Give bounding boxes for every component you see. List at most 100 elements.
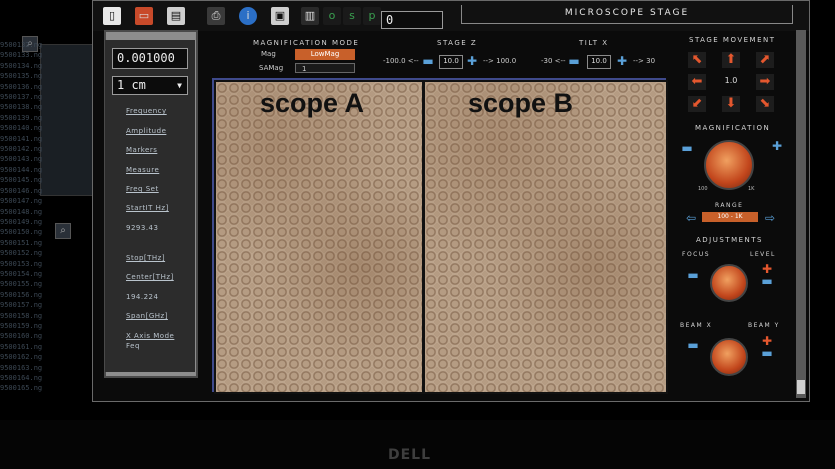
- background-file-item: 9500148.ng: [0, 207, 43, 216]
- histogram-icon[interactable]: ▥: [301, 7, 319, 25]
- chevron-down-icon: ▼: [177, 81, 182, 90]
- left-panel-link[interactable]: Stop[THz]: [126, 254, 165, 262]
- background-file-item: 9500149.ng: [0, 217, 43, 226]
- print-icon[interactable]: ⎙: [207, 7, 225, 25]
- channel-o-button[interactable]: o: [323, 7, 341, 25]
- background-file-item: 9500159.ng: [0, 321, 43, 330]
- background-file-item: 9500140.ng: [0, 124, 43, 133]
- focus-knob[interactable]: [710, 264, 748, 302]
- range-decrease-icon[interactable]: ⇦: [684, 212, 698, 224]
- beam-knob[interactable]: [710, 338, 748, 376]
- level-label: LEVEL: [750, 251, 776, 258]
- tilt-x-input[interactable]: 10.0: [587, 55, 611, 69]
- left-panel-link[interactable]: Freq Set: [126, 185, 159, 193]
- dial-min-label: 100: [698, 186, 708, 192]
- left-panel-value: 9293.43: [126, 224, 159, 232]
- scope-a-label: scope A: [260, 88, 365, 118]
- arrow-down-icon[interactable]: ⬇: [722, 96, 740, 112]
- background-file-item: 9500156.ng: [0, 290, 43, 299]
- stage-z-decrease-button[interactable]: ▬: [421, 55, 435, 67]
- channel-s-button[interactable]: s: [343, 7, 361, 25]
- beam-x-decrease-button[interactable]: ▬: [686, 339, 700, 351]
- range-label: RANGE: [715, 202, 744, 209]
- background-file-item: 9500151.ng: [0, 238, 43, 247]
- step-value: 1.0: [724, 76, 738, 85]
- tilt-x-decrease-button[interactable]: ▬: [567, 55, 581, 67]
- beam-x-label: BEAM X: [680, 322, 713, 329]
- magnification-dial[interactable]: [704, 140, 754, 190]
- background-file-item: 9500165.ng: [0, 384, 43, 393]
- left-panel-link[interactable]: StartIT Hz]: [126, 204, 169, 212]
- left-panel-link[interactable]: Amplitude: [126, 127, 166, 135]
- background-file-item: 9500142.ng: [0, 145, 43, 154]
- background-file-item: 9500158.ng: [0, 311, 43, 320]
- left-panel-link[interactable]: Center[THz]: [126, 273, 174, 281]
- samag-select[interactable]: 1: [295, 63, 355, 73]
- left-panel-link[interactable]: Markers: [126, 146, 157, 154]
- background-file-item: 9500153.ng: [0, 259, 43, 268]
- stage-z-max: --> 100.0: [483, 57, 517, 65]
- level-increase-button[interactable]: ✚: [760, 263, 774, 275]
- save-icon[interactable]: ▤: [167, 7, 185, 25]
- background-file-item: 9500164.ng: [0, 374, 43, 382]
- arrow-down-right-icon[interactable]: ⬊: [756, 96, 774, 112]
- background-file-item: 9500160.ng: [0, 332, 43, 341]
- left-panel-link[interactable]: Frequency: [126, 107, 167, 115]
- arrow-up-left-icon[interactable]: ⬉: [688, 52, 706, 68]
- open-folder-icon[interactable]: ▭: [135, 7, 153, 25]
- background-file-item: 9500133.ng: [0, 51, 43, 60]
- tilt-x-label: TILT X: [579, 39, 609, 47]
- unit-select[interactable]: 1 cm ▼: [112, 76, 188, 95]
- toolbar: ▯ ▭ ▤ ⎙ i ▣ ▥ o s p 0 MICROSCOPE STAGE: [93, 1, 809, 31]
- beam-y-increase-button[interactable]: ✚: [760, 335, 774, 347]
- background-file-item: 9500137.ng: [0, 93, 43, 102]
- info-icon[interactable]: i: [239, 7, 257, 25]
- background-file-item: 9500154.ng: [0, 269, 43, 278]
- arrow-right-icon[interactable]: ➡: [756, 74, 774, 90]
- counter-input[interactable]: 0: [381, 11, 443, 29]
- background-file-item: 9500135.ng: [0, 72, 43, 81]
- left-panel-link[interactable]: Span[GHz]: [126, 312, 168, 320]
- background-file-list: 9500132.ng 9500133.ng 9500134.ng 9500135.ng…: [0, 40, 100, 400]
- arrow-up-right-icon[interactable]: ⬈: [756, 52, 774, 68]
- monitor-brand-logo: DELL: [388, 447, 432, 463]
- monitor-icon[interactable]: ▣: [271, 7, 289, 25]
- magnification-increase-button[interactable]: ✚: [770, 140, 784, 152]
- focus-label: FOCUS: [682, 251, 711, 258]
- stage-z-label: STAGE Z: [437, 39, 478, 47]
- scope-b-image: [425, 82, 666, 392]
- background-file-item: 9500132.ng: [0, 41, 43, 49]
- stage-z-input[interactable]: 10.0: [439, 55, 463, 69]
- arrow-down-left-icon[interactable]: ⬋: [688, 96, 706, 112]
- background-file-item: 9500141.ng: [0, 134, 43, 143]
- image-viewport[interactable]: scope A scope B: [214, 80, 668, 394]
- scrollbar-thumb[interactable]: [797, 380, 805, 394]
- scope-b-label: scope B: [468, 88, 574, 118]
- tilt-x-max: --> 30: [633, 57, 656, 65]
- mag-label: Mag: [261, 50, 276, 58]
- arrow-left-icon[interactable]: ⬅: [688, 74, 706, 90]
- background-file-item: 9500163.ng: [0, 363, 43, 372]
- beam-y-decrease-button[interactable]: ▬: [760, 347, 774, 359]
- value-input[interactable]: 0.001000: [112, 48, 188, 69]
- new-file-icon[interactable]: ▯: [103, 7, 121, 25]
- stage-z-min: -100.0 <--: [383, 57, 419, 65]
- range-increase-icon[interactable]: ⇨: [763, 212, 777, 224]
- vertical-scrollbar[interactable]: [796, 30, 806, 398]
- range-value[interactable]: 100 - 1K: [702, 212, 758, 222]
- mode-select[interactable]: LowMag: [295, 49, 355, 60]
- background-file-item: 9500155.ng: [0, 280, 43, 289]
- background-file-item: 9500134.ng: [0, 61, 43, 70]
- level-decrease-button[interactable]: ▬: [760, 275, 774, 287]
- tilt-x-increase-button[interactable]: ✚: [615, 55, 629, 67]
- left-panel-value: Feq: [126, 342, 140, 350]
- focus-decrease-button[interactable]: ▬: [686, 269, 700, 281]
- stage-z-increase-button[interactable]: ✚: [465, 55, 479, 67]
- left-panel-link[interactable]: Measure: [126, 166, 159, 174]
- left-panel-link[interactable]: X Axis Mode: [126, 332, 174, 340]
- channel-p-button[interactable]: p: [363, 7, 381, 25]
- arrow-up-icon[interactable]: ⬆: [722, 52, 740, 68]
- background-file-item: 9500157.ng: [0, 301, 43, 310]
- magnification-decrease-button[interactable]: ▬: [680, 142, 694, 154]
- magnification-label: MAGNIFICATION: [695, 124, 771, 132]
